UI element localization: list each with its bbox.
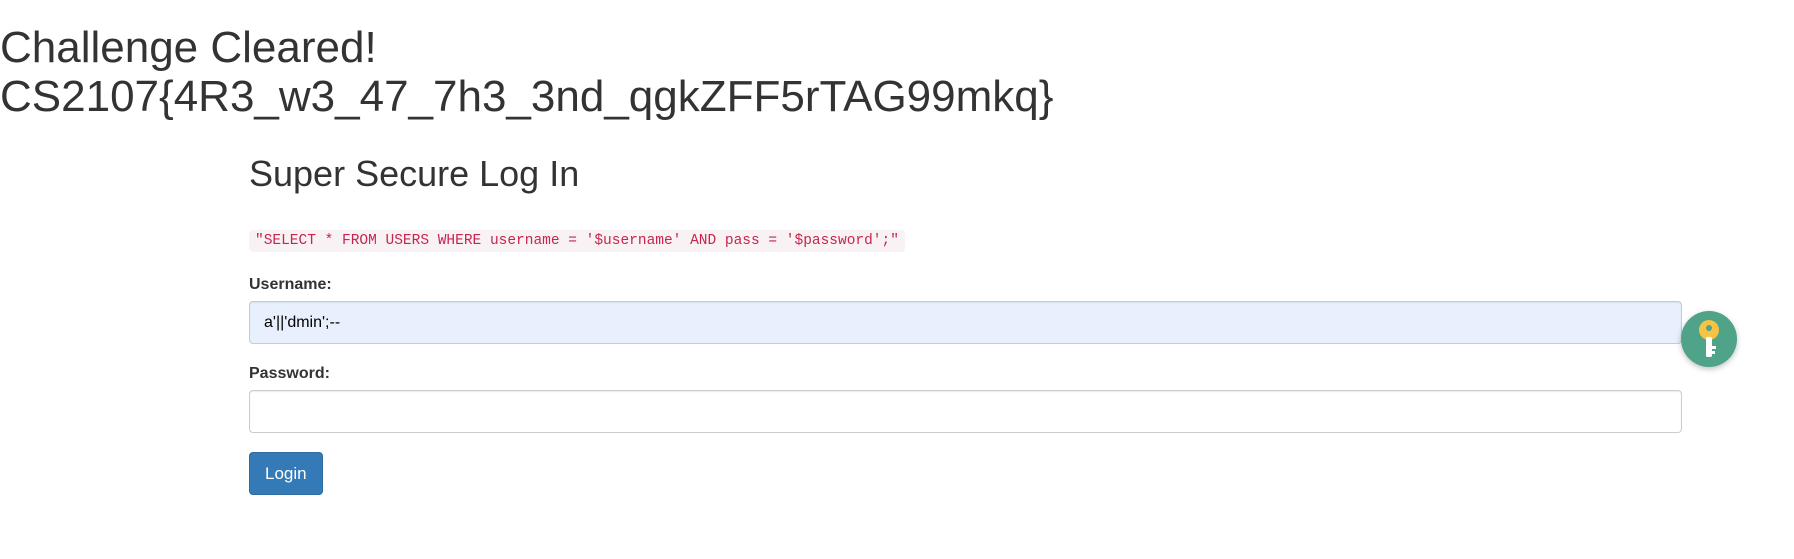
password-label: Password: (249, 365, 330, 382)
username-label: Username: (249, 276, 332, 293)
username-input[interactable] (249, 301, 1682, 344)
password-input[interactable] (249, 390, 1682, 433)
sql-query-code: "SELECT * FROM USERS WHERE username = '$… (249, 230, 905, 252)
password-manager-button[interactable] (1681, 311, 1737, 367)
key-icon (1699, 320, 1719, 357)
flag-text: CS2107{4R3_w3_47_7h3_3nd_qgkZFF5rTAG99mk… (0, 72, 1054, 121)
page: Challenge Cleared! CS2107{4R3_w3_47_7h3_… (0, 0, 1794, 559)
login-button[interactable]: Login (249, 452, 323, 495)
form-title: Super Secure Log In (249, 153, 580, 194)
login-form: Super Secure Log In "SELECT * FROM USERS… (249, 154, 1682, 495)
challenge-cleared-heading: Challenge Cleared! (0, 23, 377, 72)
